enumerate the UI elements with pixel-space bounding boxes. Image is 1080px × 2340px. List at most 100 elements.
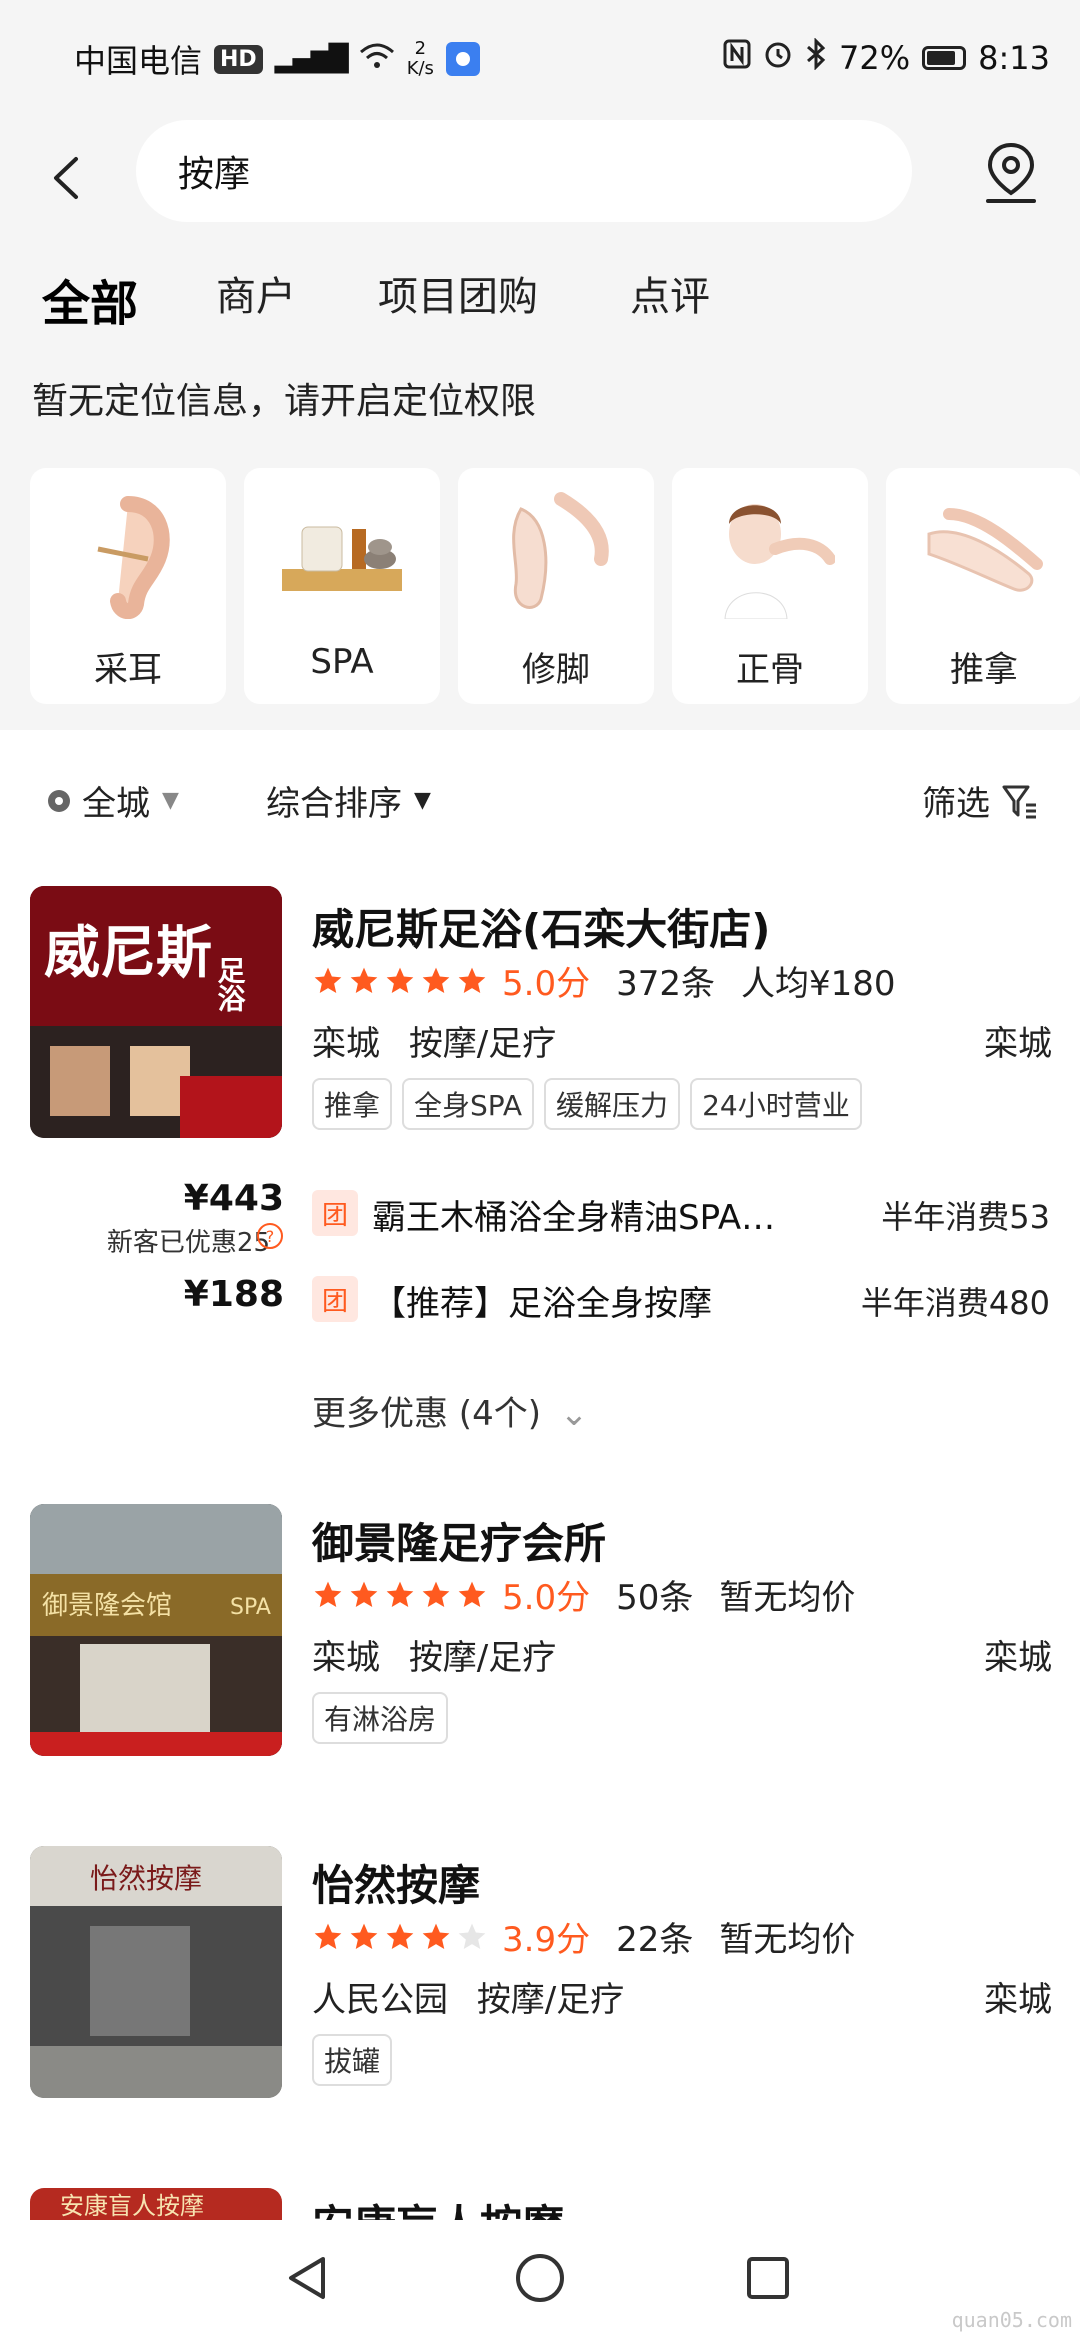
rating-row: 5.0分 50条 暂无均价 xyxy=(312,1570,855,1619)
net-speed-unit: K/s xyxy=(406,58,434,79)
shop-sign-text: 威尼斯 xyxy=(44,921,212,986)
category: 按摩/足疗 xyxy=(408,1638,557,1678)
star-icon xyxy=(422,1923,450,1949)
star-icon xyxy=(458,1581,486,1607)
category-ear-cleaning[interactable]: 采耳 xyxy=(30,468,226,704)
category-label: 正骨 xyxy=(736,650,804,690)
caret-down-icon: ▼ xyxy=(414,788,431,813)
star-icon xyxy=(386,1581,414,1607)
svg-text:?: ? xyxy=(266,1227,275,1246)
star-icon xyxy=(458,967,486,993)
shop-photo: 怡然按摩 xyxy=(30,1846,282,2098)
location-hint[interactable]: 暂无定位信息，请开启定位权限 xyxy=(32,372,536,424)
tag: 拔罐 xyxy=(312,2034,393,2086)
meta-row: 栾城 按摩/足疗 栾城 xyxy=(312,1630,1052,1679)
system-nav-bar: quan05.com xyxy=(0,2220,1080,2340)
star-icon xyxy=(314,1581,342,1607)
deal-title: 霸王木桶浴全身精油SPA（搓... xyxy=(372,1198,792,1238)
deal-price: ¥188 xyxy=(183,1274,284,1315)
category-label: 修脚 xyxy=(522,650,590,690)
search-input[interactable]: 按摩 xyxy=(136,120,912,222)
star-icon xyxy=(350,967,378,993)
shop-name[interactable]: 怡然按摩 xyxy=(312,1852,480,1913)
shop-name[interactable]: 威尼斯足浴(石栾大街店) xyxy=(312,896,770,957)
watermark: quan05.com xyxy=(951,2308,1072,2332)
caret-down-icon: ▼ xyxy=(162,788,179,813)
area: 栾城 xyxy=(984,1024,1052,1064)
net-speed: 2 K/s xyxy=(407,39,434,79)
district: 栾城 xyxy=(312,1638,380,1678)
star-icon xyxy=(458,1923,486,1949)
map-pin-icon xyxy=(986,142,1036,203)
category: 按摩/足疗 xyxy=(476,1980,625,2020)
more-deals-button[interactable]: 更多优惠 (4个) ⌄ xyxy=(312,1386,588,1435)
back-button[interactable] xyxy=(40,148,90,208)
category-label: SPA xyxy=(310,642,374,682)
question-icon[interactable]: ? xyxy=(256,1222,284,1254)
tab-merchants[interactable]: 商户 xyxy=(216,264,296,322)
shop-item[interactable]: 怡然按摩 怡然按摩 3.9分 22条 暂无均价 人民公园 按摩/足疗 栾城 拔罐 xyxy=(0,1846,1080,2106)
avg-price: 人均¥180 xyxy=(740,964,896,1004)
deal-title: 【推荐】足浴全身按摩 xyxy=(372,1284,712,1324)
deal-row[interactable]: ¥188 团 【推荐】足浴全身按摩 半年消费480 xyxy=(0,1262,1080,1342)
nav-home-button[interactable] xyxy=(510,2248,570,2308)
category-pedicure[interactable]: 修脚 xyxy=(458,468,654,704)
shop-item[interactable]: 威尼斯 足浴 威尼斯足浴(石栾大街店) 5.0分 372条 人均¥180 栾城 … xyxy=(0,886,1080,1446)
rating-row: 3.9分 22条 暂无均价 xyxy=(312,1912,855,1961)
nav-back-button[interactable] xyxy=(278,2248,338,2308)
category-bone-setting[interactable]: 正骨 xyxy=(672,468,868,704)
area: 栾城 xyxy=(984,1980,1052,2020)
hd-badge: HD xyxy=(214,44,263,74)
nfc-icon xyxy=(723,39,751,77)
shop-sign-text-secondary: 足浴 xyxy=(214,956,247,1012)
ear-image xyxy=(53,484,203,624)
map-location-button[interactable] xyxy=(976,138,1046,208)
star-rating xyxy=(312,965,488,997)
wifi-icon xyxy=(359,40,395,78)
score: 5.0分 xyxy=(502,964,591,1004)
battery-percent: 72% xyxy=(839,39,911,77)
tab-group-deals[interactable]: 项目团购 xyxy=(378,264,538,322)
shop-name[interactable]: 御景隆足疗会所 xyxy=(312,1510,606,1571)
category-label: 推拿 xyxy=(950,650,1018,690)
signal-icon: ▂▄▆█ xyxy=(274,44,349,74)
location-dot-icon xyxy=(48,789,70,812)
meta-row: 栾城 按摩/足疗 栾城 xyxy=(312,1016,1052,1065)
foot-image xyxy=(481,484,631,624)
star-icon xyxy=(350,1581,378,1607)
status-left: 中国电信 HD ▂▄▆█ 2 K/s xyxy=(74,36,480,82)
group-deal-icon: 团 xyxy=(312,1190,358,1236)
nav-recents-button[interactable] xyxy=(738,2248,798,2308)
shop-name[interactable]: 安康盲人按摩 xyxy=(312,2192,564,2220)
search-query: 按摩 xyxy=(178,154,251,195)
shop-item[interactable]: 御景隆会馆 SPA 御景隆足疗会所 5.0分 50条 暂无均价 栾城 按摩/足疗… xyxy=(0,1504,1080,1764)
shop-item[interactable]: 安康盲人按摩 安康盲人按摩 xyxy=(0,2188,1080,2220)
shop-sign-text: 安康盲人按摩 xyxy=(60,2192,204,2220)
bluetooth-icon xyxy=(805,37,827,78)
tab-reviews[interactable]: 点评 xyxy=(630,264,710,322)
deal-row[interactable]: ¥443 新客已优惠25 ? 团 霸王木桶浴全身精油SPA（搓... 半年消费5… xyxy=(0,1176,1080,1258)
category: 按摩/足疗 xyxy=(408,1024,557,1064)
category-tuina[interactable]: 推拿 xyxy=(886,468,1080,704)
tag: 推拿 xyxy=(312,1078,393,1130)
category-spa[interactable]: SPA xyxy=(244,468,440,704)
sort-filter[interactable]: 综合排序 ▼ xyxy=(266,776,431,825)
star-rating xyxy=(312,1921,488,1953)
tab-all[interactable]: 全部 xyxy=(42,264,138,336)
avg-price: 暂无均价 xyxy=(719,1920,856,1960)
filter-button[interactable]: 筛选 xyxy=(922,776,1040,825)
battery-icon xyxy=(922,46,967,70)
review-count: 50条 xyxy=(616,1578,694,1618)
clock: 8:13 xyxy=(978,39,1050,77)
review-count: 22条 xyxy=(616,1920,694,1960)
shop-photo: 威尼斯 足浴 xyxy=(30,886,282,1138)
tag: 全身SPA xyxy=(402,1078,535,1130)
star-icon xyxy=(422,967,450,993)
city-filter[interactable]: 全城 ▼ xyxy=(48,776,179,825)
shop-photo: 安康盲人按摩 xyxy=(30,2188,282,2220)
filter-bar: 全城 ▼ 综合排序 ▼ 筛选 xyxy=(0,760,1080,870)
star-rating xyxy=(312,1579,488,1611)
city-filter-label: 全城 xyxy=(82,784,150,824)
deal-discount-note: 新客已优惠25 xyxy=(106,1228,270,1258)
chevron-down-icon: ⌄ xyxy=(559,1394,589,1434)
